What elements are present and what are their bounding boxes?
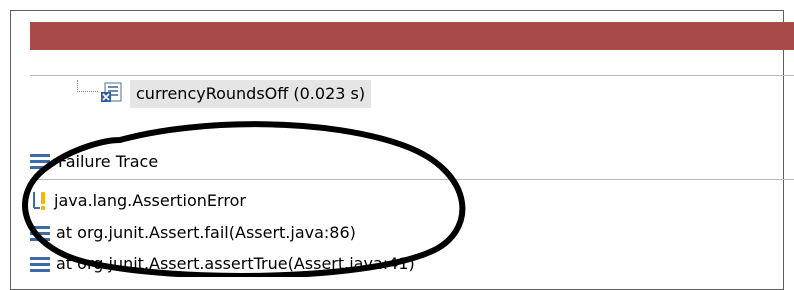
- stack-frame-text: at org.junit.Assert.assertTrue(Assert.ja…: [56, 254, 415, 273]
- status-divider: [30, 75, 794, 76]
- trace-line-frame[interactable]: at org.junit.Assert.assertTrue(Assert.ja…: [30, 253, 415, 275]
- trace-line-exception[interactable]: java.lang.AssertionError: [30, 190, 246, 212]
- exception-text: java.lang.AssertionError: [54, 191, 246, 210]
- stack-frame-icon: [30, 226, 50, 241]
- failure-trace-title: Failure Trace: [58, 152, 159, 171]
- warning-icon: [33, 192, 45, 210]
- trace-line-frame[interactable]: at org.junit.Assert.fail(Assert.java:86): [30, 222, 356, 244]
- tree-connector-lines: [77, 80, 98, 92]
- stack-frame-text: at org.junit.Assert.fail(Assert.java:86): [56, 223, 356, 242]
- stack-trace-icon: [30, 154, 50, 169]
- stack-frame-icon: [30, 257, 50, 272]
- test-item-label: currencyRoundsOff (0.023 s): [136, 84, 366, 103]
- test-status-bar: [30, 22, 794, 50]
- trace-divider: [30, 179, 794, 180]
- test-method-icon: [101, 82, 122, 102]
- test-tree-item-currency-rounds-off[interactable]: currencyRoundsOff (0.023 s): [130, 80, 372, 108]
- failure-trace-header: Failure Trace: [30, 150, 158, 174]
